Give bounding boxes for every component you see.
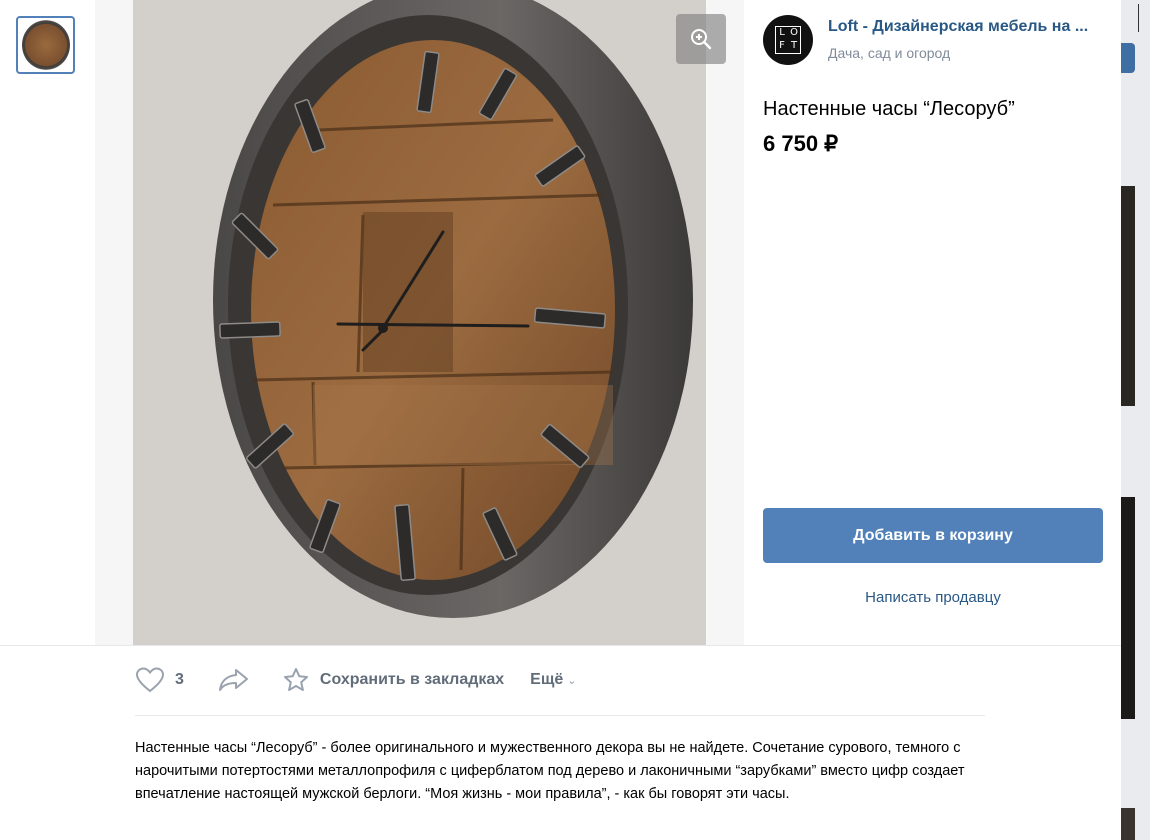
background-divider (1138, 4, 1150, 32)
chevron-down-icon: ⌄ (567, 674, 577, 687)
product-description: Настенные часы “Лесоруб” - более оригина… (135, 740, 965, 802)
background-image (1121, 497, 1135, 719)
share-arrow-icon (218, 669, 248, 691)
shop-name-link[interactable]: Loft - Дизайнерская мебель на ... (828, 18, 1110, 36)
background-image (1121, 186, 1135, 406)
logo-letter: O (790, 27, 798, 38)
shop-category: Дача, сад и огород (828, 45, 951, 61)
heart-icon (135, 667, 165, 693)
like-count: 3 (175, 671, 184, 688)
shop-logo: L O F T (775, 26, 801, 54)
more-menu-button[interactable]: Ещё ⌄ (530, 671, 576, 689)
save-label: Сохранить в закладках (319, 671, 505, 688)
divider (0, 645, 1121, 646)
add-to-cart-button[interactable]: Добавить в корзину (763, 508, 1103, 563)
thumbnail-selected[interactable] (16, 16, 75, 74)
logo-letter: L (779, 27, 785, 38)
star-icon (283, 668, 308, 691)
product-title: Настенные часы “Лесоруб” (763, 98, 1015, 120)
logo-letter: T (790, 40, 798, 51)
thumbnail-image (22, 20, 70, 70)
divider (135, 715, 985, 716)
shop-avatar[interactable]: L O F T (763, 15, 813, 65)
background-button (1121, 43, 1135, 73)
more-label: Ещё (530, 671, 564, 688)
clock-illustration (133, 0, 706, 645)
zoom-button[interactable] (676, 14, 726, 64)
background-image (1121, 808, 1135, 840)
save-bookmark-button[interactable]: Сохранить в закладках (282, 667, 504, 693)
logo-letter: F (779, 40, 785, 51)
product-photo[interactable] (133, 0, 706, 645)
like-button[interactable]: 3 (135, 667, 184, 693)
product-modal: L O F T Loft - Дизайнерская мебель на ..… (0, 0, 1121, 840)
write-seller-link[interactable]: Написать продавцу (763, 589, 1103, 606)
thumbnail-strip (0, 0, 95, 645)
product-price: 6 750 ₽ (763, 131, 839, 156)
share-button[interactable] (218, 667, 250, 693)
actions-bar: 3 Сохранить в закладках Ещё ⌄ (135, 660, 576, 700)
zoom-in-icon (691, 29, 712, 50)
